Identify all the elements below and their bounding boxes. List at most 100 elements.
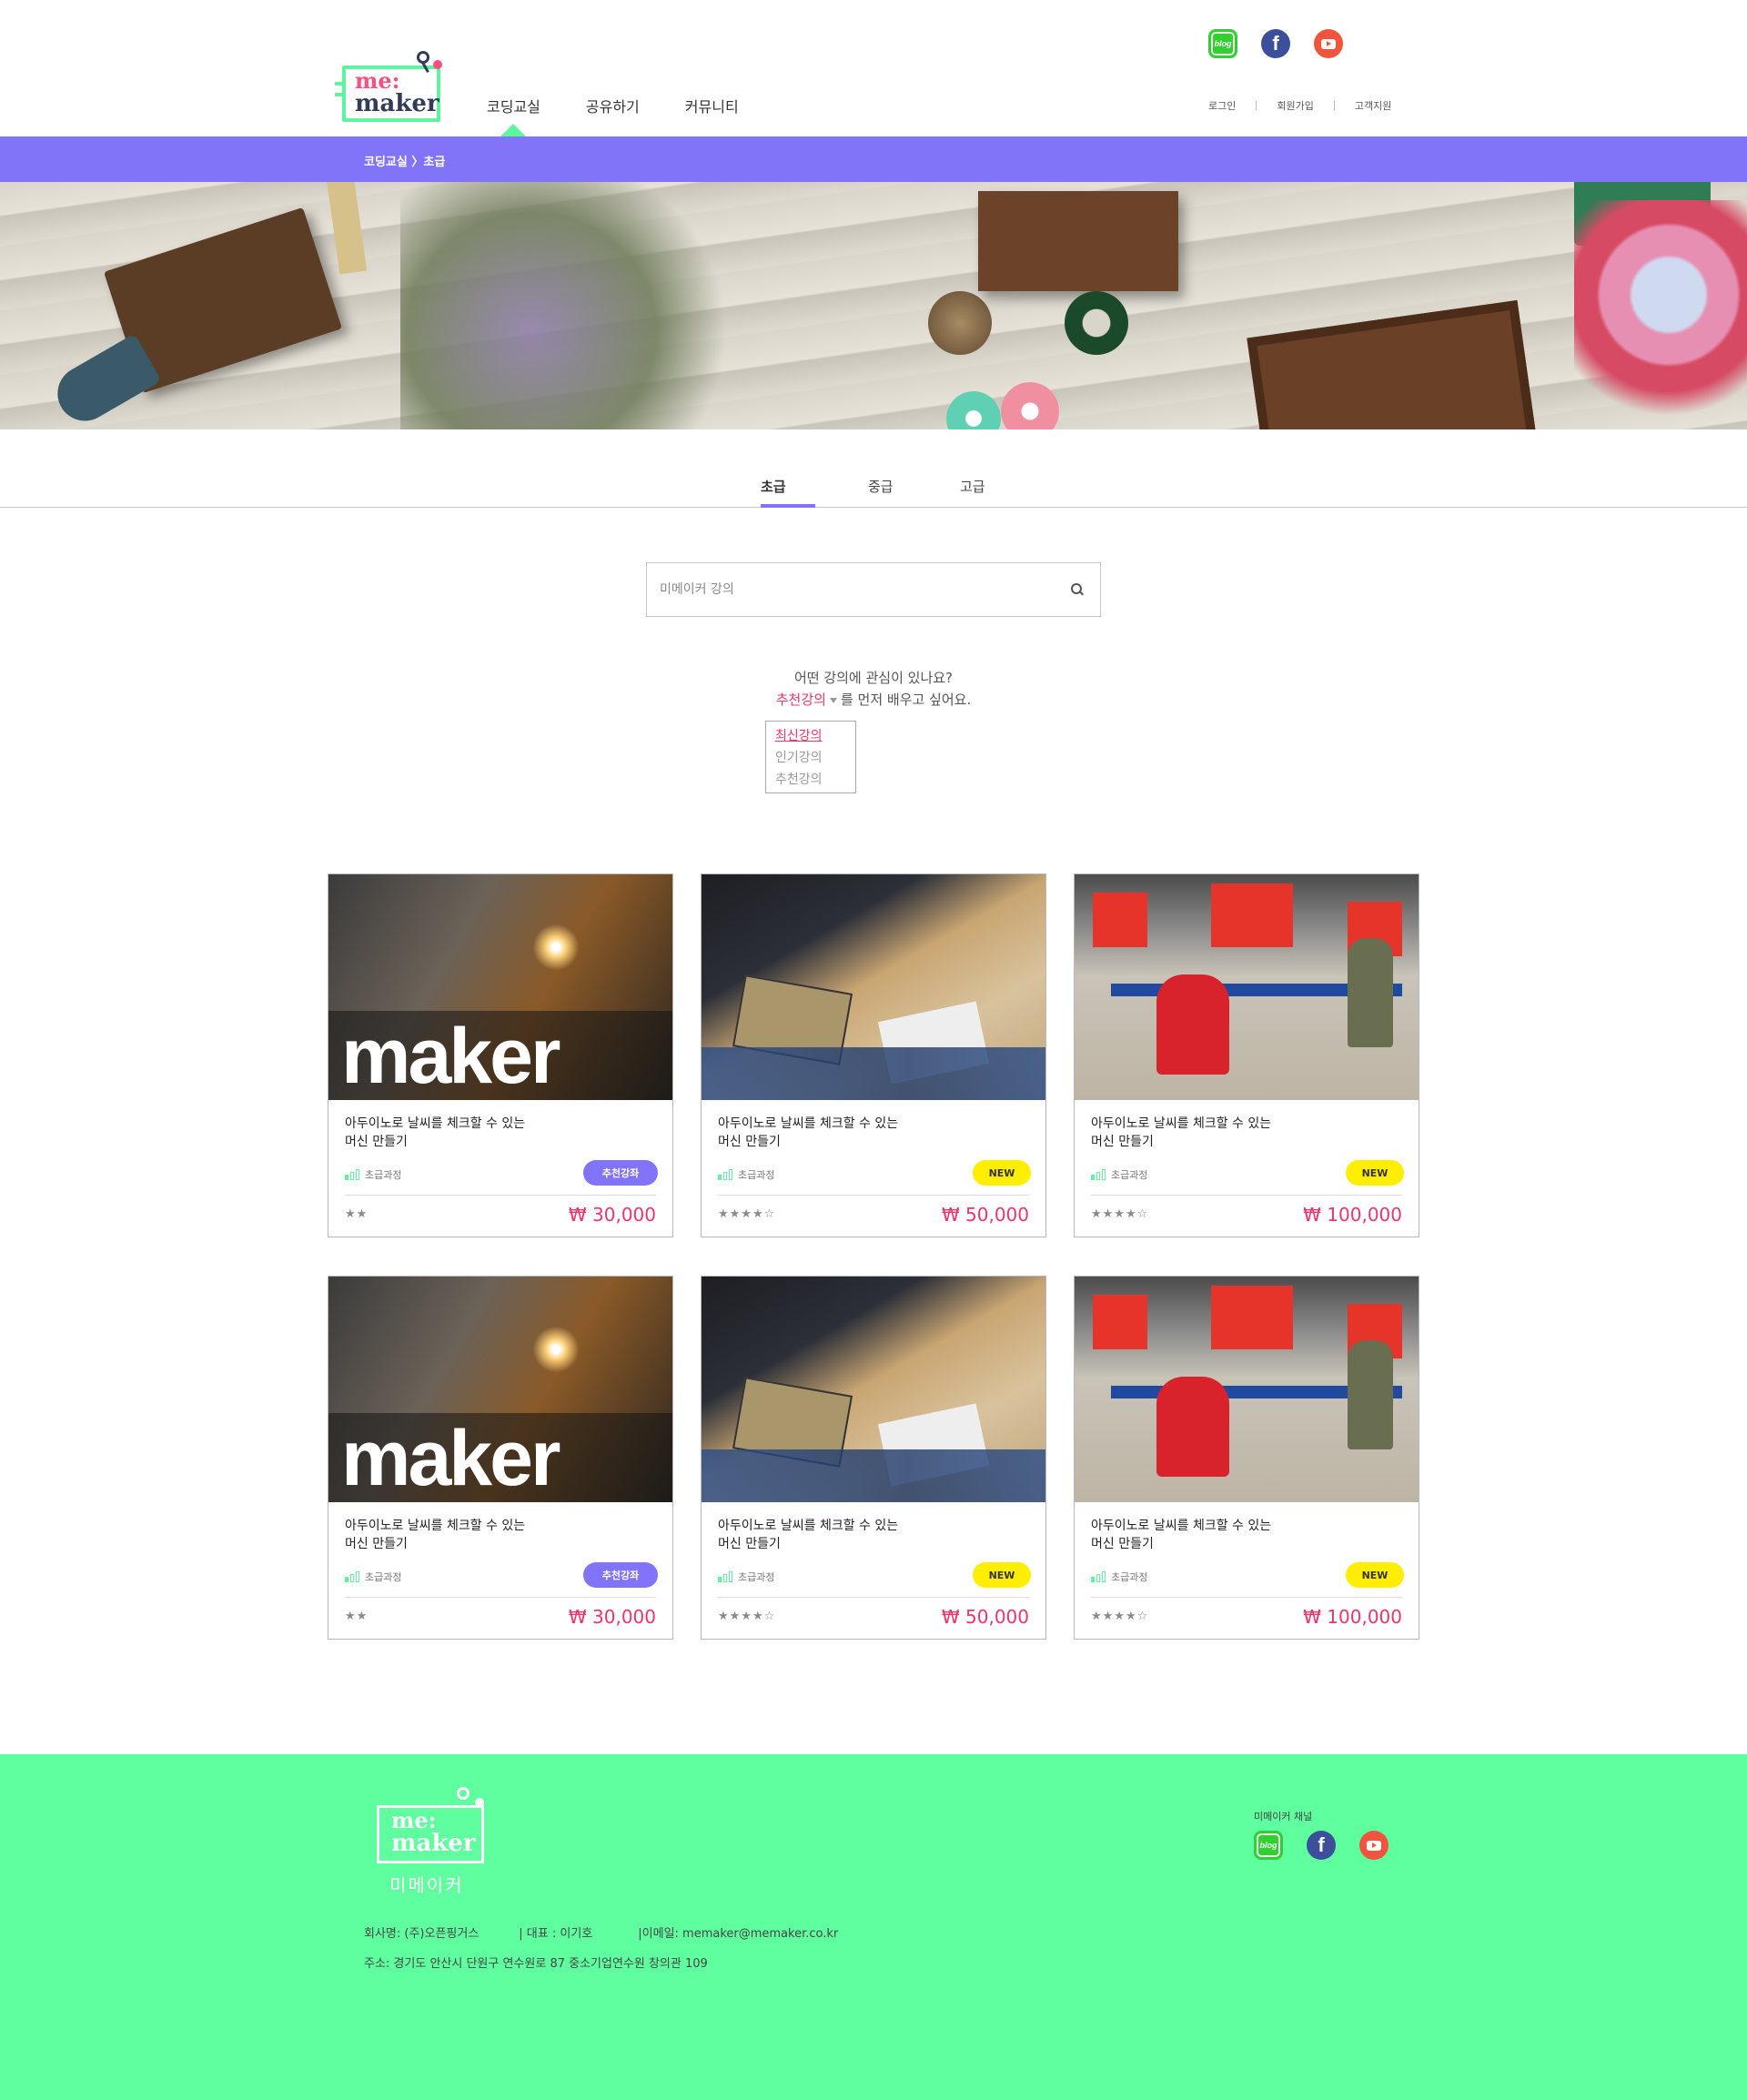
recommended-badge: 추천강좌	[583, 1562, 658, 1588]
course-card[interactable]: maker 아두이노로 날씨를 체크할 수 있는 머신 만들기 초급과정 추천강좌…	[328, 873, 673, 1237]
footer-logo[interactable]: me: maker 미메이커	[373, 1785, 491, 1896]
tab-intermediate[interactable]: 중급	[868, 477, 894, 496]
thumb-deco	[1156, 1377, 1229, 1477]
blog-icon[interactable]: blog	[1208, 29, 1237, 58]
new-badge: NEW	[973, 1160, 1031, 1186]
signup-link[interactable]: 회원가입	[1277, 98, 1313, 113]
course-price: ₩ 100,000	[1303, 1606, 1402, 1628]
course-level: 초급과정	[718, 1167, 774, 1182]
facebook-icon[interactable]: f	[1307, 1831, 1336, 1860]
thumb-deco	[1093, 1295, 1147, 1349]
thumb-deco	[702, 1449, 1045, 1502]
hero-deco	[400, 182, 728, 429]
divider	[718, 1195, 1029, 1196]
chevron-down-icon[interactable]	[829, 697, 837, 703]
rating-stars: ★★	[345, 1207, 369, 1221]
hero-deco	[1247, 299, 1538, 429]
course-thumbnail: maker	[328, 1277, 672, 1502]
nav-share[interactable]: 공유하기	[586, 95, 640, 116]
sort-dropdown: 최신강의 인기강의 추천강의	[765, 721, 856, 793]
sort-select[interactable]: 추천강의	[776, 692, 826, 708]
logo-text-maker: maker	[355, 90, 439, 117]
rating-stars: ★★★★☆	[1091, 1207, 1149, 1221]
course-level: 초급과정	[718, 1570, 774, 1584]
footer-social: blog f	[1254, 1831, 1389, 1860]
preference-line: 추천강의 를 먼저 배우고 싶어요.	[0, 690, 1747, 709]
thumb-deco	[1211, 883, 1293, 947]
level-bars-icon	[718, 1169, 732, 1180]
search-box	[646, 562, 1101, 617]
new-badge: NEW	[1346, 1160, 1404, 1186]
company-address: 주소: 경기도 안산시 단원구 연수원로 87 중소기업연수원 창의관 109	[364, 1957, 708, 1971]
divider	[345, 1195, 656, 1196]
course-thumbnail	[1075, 1277, 1419, 1502]
hero-deco	[946, 391, 1001, 429]
course-level: 초급과정	[345, 1570, 401, 1584]
level-bars-icon	[345, 1169, 359, 1180]
brand-name-korean: 미메이커	[389, 1874, 464, 1896]
search-icon[interactable]	[1071, 583, 1084, 596]
facebook-icon[interactable]: f	[1261, 29, 1290, 58]
hero-deco	[1574, 200, 1747, 429]
logo[interactable]: me: maker	[335, 47, 448, 124]
new-badge: NEW	[1346, 1562, 1404, 1588]
support-link[interactable]: 고객지원	[1355, 98, 1391, 113]
course-card[interactable]: 아두이노로 날씨를 체크할 수 있는 머신 만들기 초급과정 NEW ★★★★☆ …	[701, 1276, 1046, 1640]
course-title: 아두이노로 날씨를 체크할 수 있는 머신 만들기	[718, 1116, 899, 1149]
search-input[interactable]	[647, 563, 1047, 616]
option-latest[interactable]: 최신강의	[775, 725, 846, 747]
course-thumbnail	[702, 874, 1045, 1100]
course-card[interactable]: maker 아두이노로 날씨를 체크할 수 있는 머신 만들기 초급과정 추천강좌…	[328, 1276, 673, 1640]
logo-dot	[475, 1798, 484, 1807]
login-link[interactable]: 로그인	[1208, 98, 1236, 113]
new-badge: NEW	[973, 1562, 1031, 1588]
course-card[interactable]: 아두이노로 날씨를 체크할 수 있는 머신 만들기 초급과정 NEW ★★★★☆ …	[1074, 1276, 1419, 1640]
nav-community[interactable]: 커뮤니티	[685, 95, 739, 116]
company-name: 회사명: (주)오픈핑거스	[364, 1927, 480, 1941]
course-price: ₩ 30,000	[568, 1204, 656, 1226]
preference-suffix: 를 먼저 배우고 싶어요.	[840, 692, 972, 708]
thumb-deco	[1093, 893, 1147, 947]
thumb-deco	[1156, 974, 1229, 1075]
divider	[718, 1597, 1029, 1598]
level-bars-icon	[1091, 1571, 1106, 1582]
hero-deco	[1001, 382, 1059, 429]
option-popular[interactable]: 인기강의	[775, 747, 846, 769]
logo-knob	[417, 51, 429, 64]
option-recommended[interactable]: 추천강의	[775, 769, 846, 791]
thumb-deco	[1348, 938, 1393, 1047]
divider	[1256, 101, 1257, 110]
level-bars-icon	[1091, 1169, 1106, 1180]
youtube-icon[interactable]	[1314, 29, 1343, 58]
hero-deco	[978, 191, 1178, 291]
course-title: 아두이노로 날씨를 체크할 수 있는 머신 만들기	[345, 1116, 526, 1149]
youtube-icon[interactable]	[1359, 1831, 1389, 1860]
course-price: ₩ 30,000	[568, 1606, 656, 1628]
thumb-deco	[529, 1322, 583, 1377]
nav-coding-class[interactable]: 코딩교실	[487, 95, 540, 136]
divider	[1091, 1597, 1402, 1598]
course-thumbnail: maker	[328, 874, 672, 1100]
thumb-maker-text: maker	[341, 1013, 560, 1100]
course-card[interactable]: 아두이노로 날씨를 체크할 수 있는 머신 만들기 초급과정 NEW ★★★★☆ …	[1074, 873, 1419, 1237]
blog-icon[interactable]: blog	[1254, 1831, 1283, 1860]
course-level: 초급과정	[1091, 1570, 1147, 1584]
tab-advanced[interactable]: 고급	[960, 477, 985, 496]
logo-text-maker: maker	[391, 1830, 476, 1857]
channel-title: 미메이커 채널	[1254, 1811, 1313, 1822]
tab-underline	[761, 504, 815, 508]
ceo-name: | 대표 : 이기호	[519, 1927, 593, 1941]
interest-question: 어떤 강의에 관심이 있나요?	[793, 670, 954, 686]
rating-stars: ★★★★☆	[718, 1610, 776, 1623]
divider	[345, 1597, 656, 1598]
thumb-deco	[702, 1047, 1045, 1100]
breadcrumb-bar: 코딩교실 〉초급	[0, 136, 1747, 182]
course-level: 초급과정	[345, 1167, 401, 1182]
course-price: ₩ 100,000	[1303, 1204, 1402, 1226]
course-thumbnail	[702, 1277, 1045, 1502]
header: me: maker 코딩교실 공유하기 커뮤니티 blog f 로그인 회원가입…	[0, 0, 1747, 136]
footer: me: maker 미메이커 회사명: (주)오픈핑거스 | 대표 : 이기호 …	[0, 1754, 1747, 2100]
tab-beginner[interactable]: 초급	[761, 477, 786, 496]
level-bars-icon	[345, 1571, 359, 1582]
course-card[interactable]: 아두이노로 날씨를 체크할 수 있는 머신 만들기 초급과정 NEW ★★★★☆ …	[701, 873, 1046, 1237]
